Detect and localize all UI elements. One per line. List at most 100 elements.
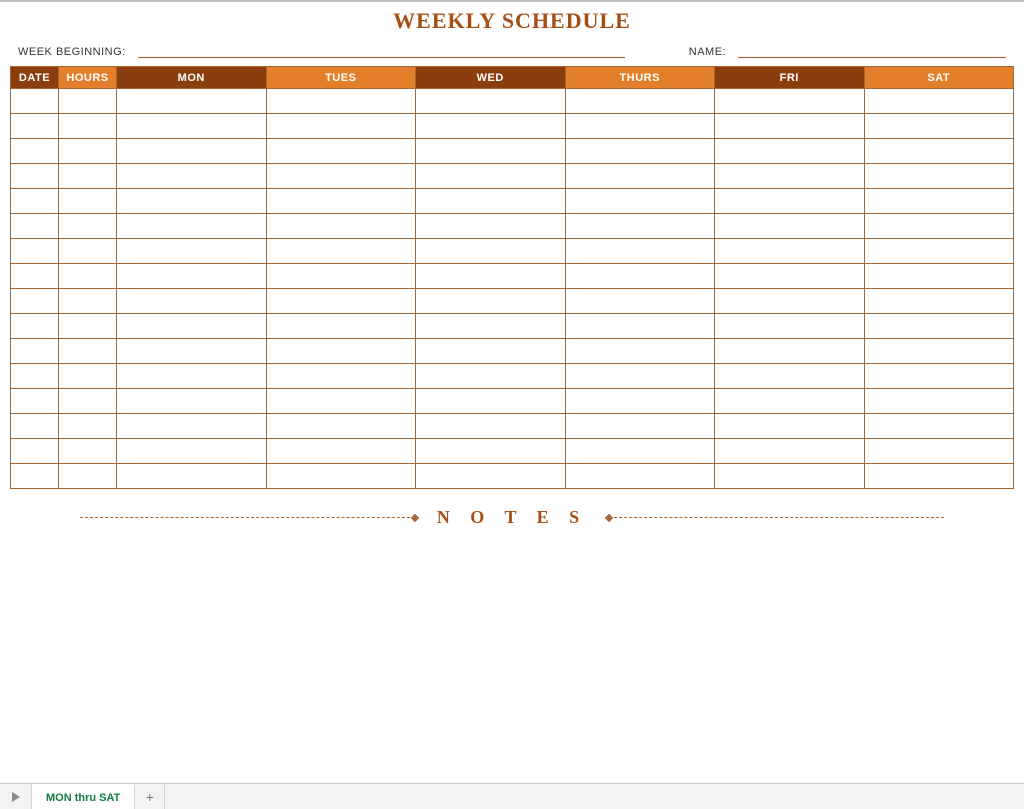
cell[interactable] xyxy=(59,414,117,439)
cell[interactable] xyxy=(715,364,865,389)
cell[interactable] xyxy=(715,139,865,164)
cell[interactable] xyxy=(715,464,865,489)
table-row[interactable] xyxy=(11,464,1014,489)
table-row[interactable] xyxy=(11,264,1014,289)
cell[interactable] xyxy=(416,264,566,289)
cell[interactable] xyxy=(715,339,865,364)
cell[interactable] xyxy=(266,289,416,314)
cell[interactable] xyxy=(59,189,117,214)
cell[interactable] xyxy=(11,164,59,189)
cell[interactable] xyxy=(59,439,117,464)
cell[interactable] xyxy=(565,339,715,364)
cell[interactable] xyxy=(864,414,1014,439)
cell[interactable] xyxy=(416,464,566,489)
cell[interactable] xyxy=(266,464,416,489)
cell[interactable] xyxy=(11,364,59,389)
notes-area[interactable] xyxy=(0,528,1024,783)
cell[interactable] xyxy=(266,114,416,139)
cell[interactable] xyxy=(11,89,59,114)
cell[interactable] xyxy=(117,364,267,389)
table-row[interactable] xyxy=(11,114,1014,139)
cell[interactable] xyxy=(715,414,865,439)
cell[interactable] xyxy=(715,289,865,314)
cell[interactable] xyxy=(416,114,566,139)
cell[interactable] xyxy=(416,214,566,239)
cell[interactable] xyxy=(266,414,416,439)
cell[interactable] xyxy=(416,189,566,214)
cell[interactable] xyxy=(59,389,117,414)
cell[interactable] xyxy=(59,264,117,289)
cell[interactable] xyxy=(715,239,865,264)
tab-mon-thru-sat[interactable]: MON thru SAT xyxy=(32,784,135,809)
cell[interactable] xyxy=(715,314,865,339)
cell[interactable] xyxy=(11,139,59,164)
cell[interactable] xyxy=(266,439,416,464)
cell[interactable] xyxy=(117,464,267,489)
cell[interactable] xyxy=(864,164,1014,189)
cell[interactable] xyxy=(565,464,715,489)
cell[interactable] xyxy=(266,214,416,239)
table-row[interactable] xyxy=(11,289,1014,314)
cell[interactable] xyxy=(715,389,865,414)
table-row[interactable] xyxy=(11,239,1014,264)
cell[interactable] xyxy=(266,339,416,364)
table-row[interactable] xyxy=(11,314,1014,339)
cell[interactable] xyxy=(565,214,715,239)
cell[interactable] xyxy=(117,289,267,314)
cell[interactable] xyxy=(715,189,865,214)
cell[interactable] xyxy=(11,314,59,339)
cell[interactable] xyxy=(864,364,1014,389)
cell[interactable] xyxy=(117,114,267,139)
cell[interactable] xyxy=(416,414,566,439)
cell[interactable] xyxy=(59,89,117,114)
cell[interactable] xyxy=(565,89,715,114)
cell[interactable] xyxy=(565,189,715,214)
cell[interactable] xyxy=(266,189,416,214)
cell[interactable] xyxy=(117,414,267,439)
cell[interactable] xyxy=(715,439,865,464)
cell[interactable] xyxy=(864,339,1014,364)
cell[interactable] xyxy=(11,264,59,289)
cell[interactable] xyxy=(864,214,1014,239)
cell[interactable] xyxy=(565,439,715,464)
cell[interactable] xyxy=(11,114,59,139)
cell[interactable] xyxy=(59,464,117,489)
cell[interactable] xyxy=(416,239,566,264)
cell[interactable] xyxy=(59,289,117,314)
cell[interactable] xyxy=(11,289,59,314)
cell[interactable] xyxy=(416,89,566,114)
cell[interactable] xyxy=(416,164,566,189)
cell[interactable] xyxy=(11,439,59,464)
cell[interactable] xyxy=(59,339,117,364)
cell[interactable] xyxy=(266,264,416,289)
cell[interactable] xyxy=(59,139,117,164)
cell[interactable] xyxy=(266,314,416,339)
cell[interactable] xyxy=(117,264,267,289)
cell[interactable] xyxy=(266,139,416,164)
cell[interactable] xyxy=(59,164,117,189)
cell[interactable] xyxy=(715,264,865,289)
cell[interactable] xyxy=(864,314,1014,339)
cell[interactable] xyxy=(416,289,566,314)
cell[interactable] xyxy=(117,214,267,239)
schedule-table[interactable]: DATEHOURSMONTUESWEDTHURSFRISAT xyxy=(10,66,1014,489)
table-row[interactable] xyxy=(11,164,1014,189)
cell[interactable] xyxy=(11,464,59,489)
cell[interactable] xyxy=(11,339,59,364)
cell[interactable] xyxy=(864,439,1014,464)
cell[interactable] xyxy=(864,289,1014,314)
week-beginning-input[interactable] xyxy=(138,44,625,58)
cell[interactable] xyxy=(416,439,566,464)
cell[interactable] xyxy=(266,164,416,189)
cell[interactable] xyxy=(117,139,267,164)
table-row[interactable] xyxy=(11,439,1014,464)
table-row[interactable] xyxy=(11,214,1014,239)
cell[interactable] xyxy=(864,89,1014,114)
cell[interactable] xyxy=(715,164,865,189)
cell[interactable] xyxy=(117,339,267,364)
cell[interactable] xyxy=(565,114,715,139)
cell[interactable] xyxy=(11,189,59,214)
table-row[interactable] xyxy=(11,339,1014,364)
table-row[interactable] xyxy=(11,139,1014,164)
cell[interactable] xyxy=(864,114,1014,139)
